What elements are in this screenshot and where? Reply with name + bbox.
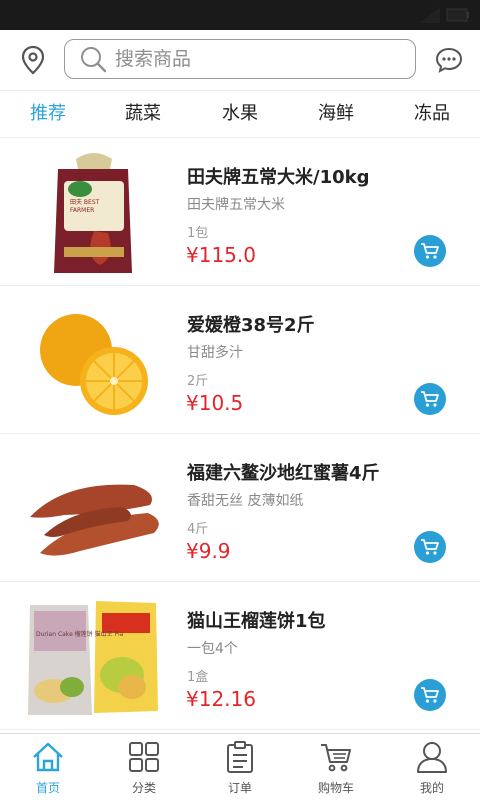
product-unit: 2斤	[187, 374, 209, 389]
cart-icon	[421, 243, 439, 259]
nav-home-label: 首页	[35, 781, 60, 795]
cart-icon	[421, 539, 439, 555]
nav-orders-label: 订单	[227, 781, 252, 795]
product-unit: 4斤	[187, 522, 209, 537]
product-image-durian-cake: Durian Cake 榴莲饼 猫山王 Pia	[24, 591, 164, 721]
search-icon	[81, 47, 107, 73]
status-icons	[420, 7, 470, 23]
header	[0, 30, 480, 90]
tab-vegetables[interactable]: 蔬菜	[125, 91, 161, 137]
nav-home[interactable]: 首页	[8, 740, 88, 798]
product-item[interactable]: 田夫 BEST FARMER 田夫牌五常大米/10kg 田夫牌五常大米 1包 ¥…	[0, 139, 480, 286]
product-item[interactable]: 爱媛橙38号2斤 甘甜多汁 2斤 ¥10.5	[0, 287, 480, 434]
search-box[interactable]	[64, 39, 416, 79]
product-item[interactable]: Durian Cake 榴莲饼 猫山王 Pia 猫山王榴莲饼1包 一包4个 1盒…	[0, 583, 480, 730]
location-button[interactable]	[18, 44, 48, 76]
grid-icon	[129, 742, 159, 772]
status-bar	[0, 0, 480, 30]
product-unit: 1包	[187, 226, 209, 241]
product-price: ¥9.9	[186, 539, 231, 563]
nav-cart-label: 购物车	[317, 781, 354, 795]
tab-fruits[interactable]: 水果	[222, 91, 258, 137]
message-button[interactable]	[434, 45, 464, 75]
chat-bubble-icon	[435, 47, 463, 73]
product-image-oranges	[24, 295, 164, 425]
product-image-text: Durian Cake 榴莲饼 猫山王 Pia	[36, 631, 124, 638]
tab-seafood[interactable]: 海鲜	[318, 91, 354, 137]
product-item[interactable]: 福建六鳌沙地红蜜薯4斤 香甜无丝 皮薄如纸 4斤 ¥9.9	[0, 435, 480, 582]
cart-icon	[421, 687, 439, 703]
add-to-cart-button[interactable]	[414, 531, 446, 563]
tab-recommend[interactable]: 推荐	[30, 91, 66, 137]
product-price: ¥115.0	[186, 243, 256, 267]
product-price: ¥12.16	[186, 687, 256, 711]
product-name: 福建六鳌沙地红蜜薯4斤	[187, 463, 380, 484]
home-icon	[33, 742, 63, 772]
location-pin-icon	[21, 45, 45, 75]
product-image-sweet-potatoes	[24, 443, 164, 573]
nav-cart[interactable]: 购物车	[296, 740, 376, 798]
product-image-rice-bag: 田夫 BEST FARMER	[24, 147, 164, 277]
product-name: 田夫牌五常大米/10kg	[187, 167, 370, 188]
product-price: ¥10.5	[186, 391, 244, 415]
cart-icon	[321, 744, 351, 772]
product-desc: 一包4个	[187, 641, 238, 657]
product-unit: 1盒	[187, 670, 209, 685]
user-icon	[417, 742, 447, 773]
product-image-text: 田夫 BEST FARMER	[70, 199, 100, 214]
product-name: 猫山王榴莲饼1包	[187, 611, 326, 632]
tab-frozen[interactable]: 冻品	[414, 91, 450, 137]
order-icon	[227, 741, 253, 773]
nav-category-label: 分类	[131, 781, 156, 795]
add-to-cart-button[interactable]	[414, 235, 446, 267]
category-tabs: 推荐 蔬菜 水果 海鲜 冻品	[0, 90, 480, 138]
product-name: 爱媛橙38号2斤	[187, 315, 315, 336]
nav-category[interactable]: 分类	[104, 740, 184, 798]
cart-icon	[421, 391, 439, 407]
add-to-cart-button[interactable]	[414, 383, 446, 415]
add-to-cart-button[interactable]	[414, 679, 446, 711]
product-desc: 香甜无丝 皮薄如纸	[187, 493, 304, 509]
battery-icon	[446, 8, 469, 22]
product-desc: 甘甜多汁	[187, 345, 243, 361]
bottom-navigation: 首页 分类 订单 购物车 我的	[0, 733, 480, 800]
signal-icon	[420, 7, 440, 23]
product-desc: 田夫牌五常大米	[187, 197, 285, 213]
search-input[interactable]	[115, 48, 395, 70]
nav-profile-label: 我的	[419, 781, 444, 795]
nav-profile[interactable]: 我的	[392, 740, 472, 798]
nav-orders[interactable]: 订单	[200, 740, 280, 798]
